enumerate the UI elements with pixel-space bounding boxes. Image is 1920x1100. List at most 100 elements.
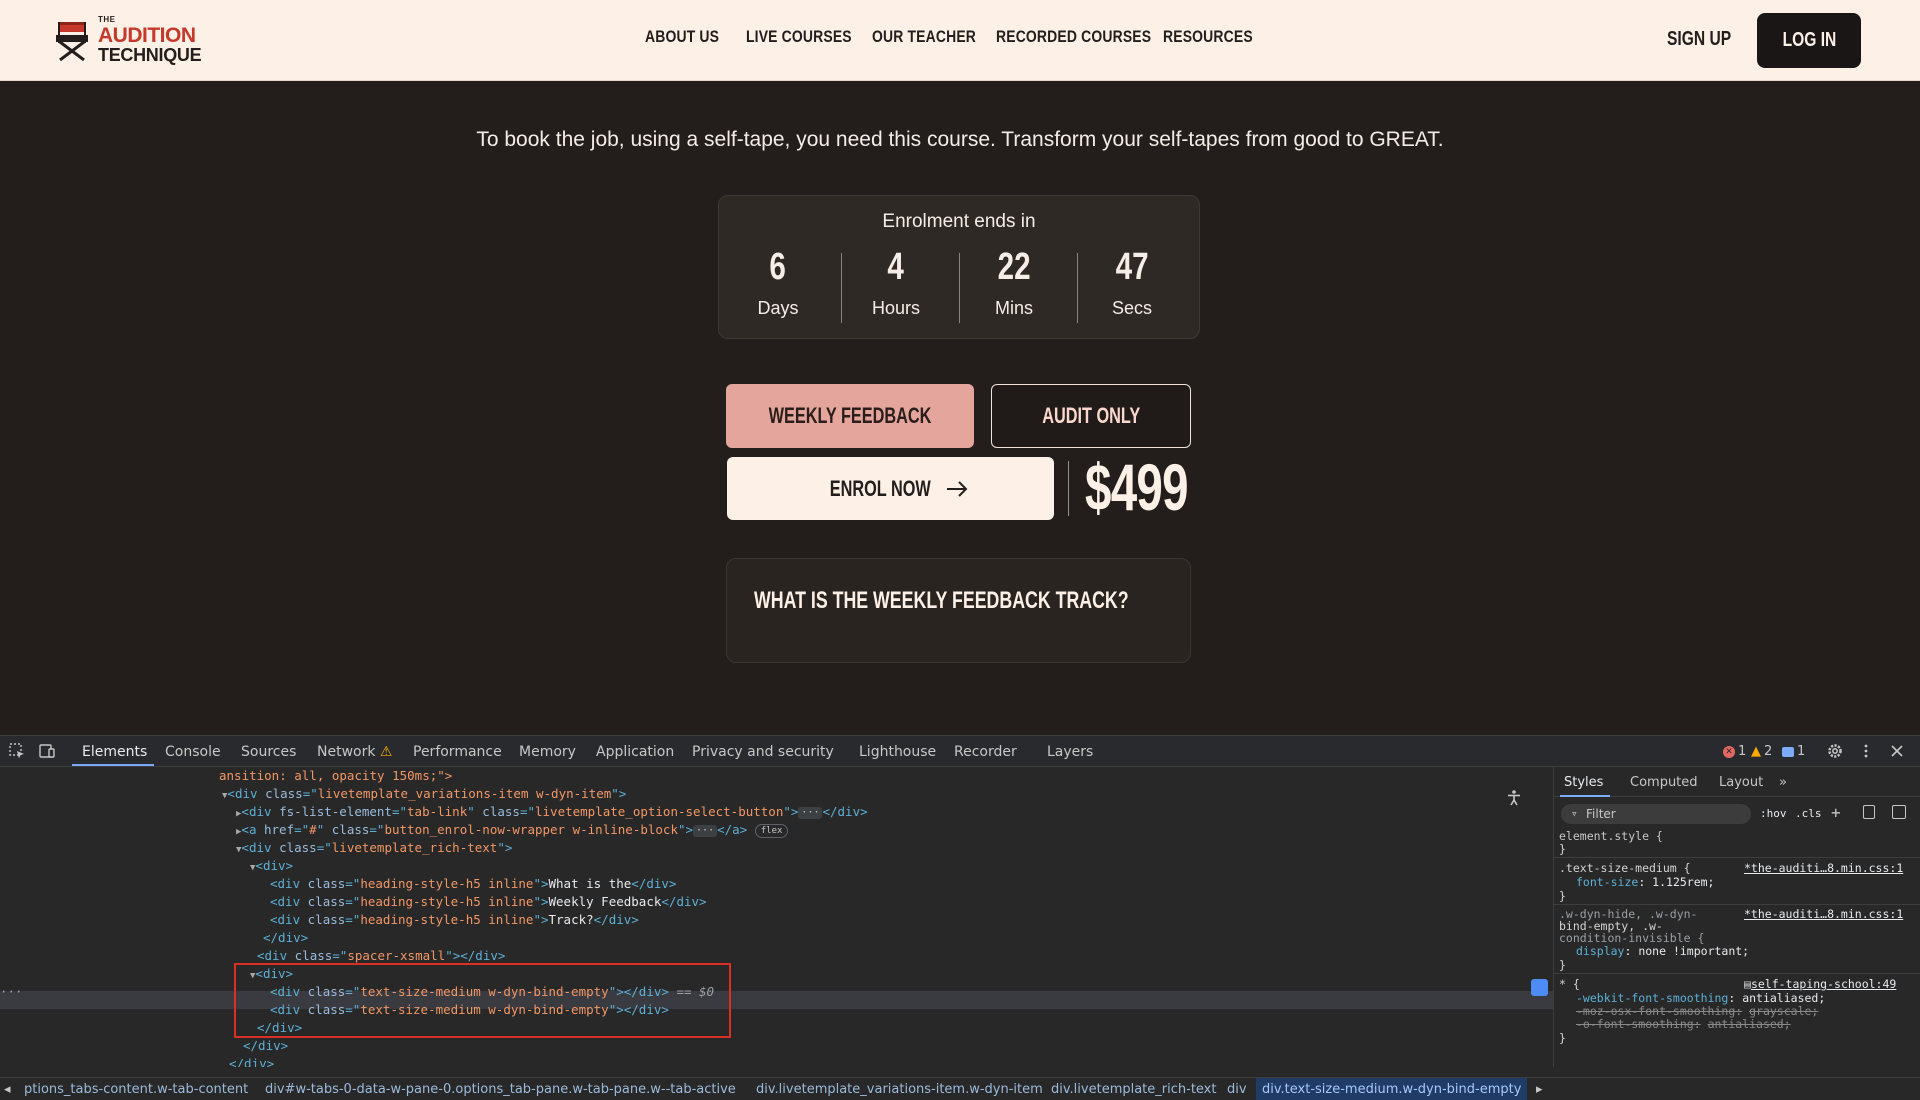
dom-tree[interactable]: ansition: all, opacity 150ms;"> ▼<div cl… [0,767,1553,1067]
tab-performance[interactable]: Performance [413,744,502,760]
tab-recorder[interactable]: Recorder [954,744,1017,760]
breadcrumb-item[interactable]: div#w-tabs-0-data-w-pane-0.options_tab-p… [265,1082,736,1097]
tab-sources[interactable]: Sources [241,744,296,760]
styles-pane: Styles Computed Layout » ▿ Filter :hov .… [1553,767,1920,1067]
nav-live-courses[interactable]: LIVE COURSES [746,27,852,47]
tab-computed[interactable]: Computed [1630,775,1698,790]
tab-layout[interactable]: Layout [1719,775,1763,790]
css-property: -webkit-font-smoothing [1576,991,1729,1005]
dom-line[interactable]: </div> [263,929,308,947]
logo-the: THE [98,15,116,24]
accessibility-icon[interactable] [1505,789,1523,807]
rule-text-size-medium-selector[interactable]: .text-size-medium { [1559,861,1691,875]
dom-line[interactable]: ▼<div class="livetemplate_variations-ite… [222,785,626,803]
error-count[interactable]: ✕ 1 [1723,744,1746,759]
css-value: 1.125rem; [1652,875,1715,889]
course-tagline: To book the job, using a self-tape, you … [476,128,1444,151]
ai-assistance-icon[interactable] [1531,979,1548,996]
css-value: none !important; [1638,944,1750,958]
countdown-hours-value: 4 [887,246,905,288]
enrol-now-button[interactable]: ENROL NOW [727,457,1054,520]
device-toolbar-icon[interactable] [38,742,56,760]
rule-separator [1554,904,1920,905]
close-icon[interactable] [1888,742,1906,760]
countdown-mins-value: 22 [997,246,1031,288]
settings-gear-icon[interactable] [1826,742,1844,760]
dom-line[interactable]: ansition: all, opacity 150ms;"> [219,767,452,785]
style-declaration[interactable]: font-size: 1.125rem; [1576,875,1714,889]
paint-format-icon[interactable] [1863,805,1875,819]
style-declaration-invalid[interactable]: -moz-osx-font-smoothing: grayscale; [1576,1004,1818,1018]
breadcrumb-item[interactable]: div.livetemplate_rich-text [1051,1082,1216,1097]
nav-our-teacher[interactable]: OUR TEACHER [872,27,976,47]
tab-elements[interactable]: Elements [82,744,147,760]
style-declaration[interactable]: display: none !important; [1576,944,1749,958]
tab-network-label: Network [317,744,376,760]
element-style-selector: element.style { [1559,829,1663,843]
site-logo[interactable]: THE AUDITION TECHNIQUE [54,15,202,64]
tab-styles[interactable]: Styles [1564,775,1603,790]
nav-resources[interactable]: RESOURCES [1163,27,1253,47]
tab-privacy-security[interactable]: Privacy and security [692,744,834,760]
dom-line[interactable]: ▶<div fs-list-element="tab-link" class="… [236,803,868,821]
tab-memory[interactable]: Memory [519,744,576,760]
dom-text: Weekly Feedback [548,894,662,909]
countdown-days: 6 Days [719,246,837,326]
dom-line[interactable]: <div class="heading-style-h5 inline">Wee… [270,893,707,911]
warning-count[interactable]: ▲ 2 [1751,744,1772,759]
dom-line[interactable]: ▼<div class="livetemplate_rich-text"> [236,839,512,857]
collapsed-chip[interactable]: ··· [798,806,823,819]
more-tabs-chevron-icon[interactable]: » [1779,775,1787,790]
countdown-hours-label: Hours [871,298,920,318]
hover-state-toggle[interactable]: :hov [1760,807,1787,820]
breadcrumb-scroll-right-icon[interactable]: ▸ [1536,1082,1543,1097]
signup-link[interactable]: SIGN UP [1667,28,1731,51]
dom-line[interactable]: ▼<div> [250,857,293,875]
weekly-feedback-faq-card[interactable]: WHAT IS THE WEEKLY FEEDBACK TRACK? [726,558,1191,663]
breadcrumb-item[interactable]: ptions_tabs-content.w-tab-content [24,1082,248,1097]
add-rule-icon[interactable]: + [1831,803,1841,822]
rule-close: } [1559,958,1566,972]
tab-console[interactable]: Console [165,744,221,760]
option-weekly-feedback-button[interactable]: WEEKLY FEEDBACK [726,384,974,448]
element-style-rule[interactable]: element.style { [1559,829,1663,843]
info-count[interactable]: 1 [1782,744,1805,759]
dom-line[interactable]: <div class="heading-style-h5 inline">Tra… [270,911,639,929]
rule-source-link[interactable]: *the-auditi…8.min.css:1 [1744,907,1903,921]
rule-dyn-selector-c[interactable]: condition-invisible { [1559,931,1704,945]
dom-line[interactable]: </div> [243,1037,288,1055]
tab-network[interactable]: Network ⚠ [317,744,392,760]
nav-recorded-courses[interactable]: RECORDED COURSES [996,27,1151,47]
warning-count-value: 2 [1764,744,1773,759]
collapsed-chip[interactable]: ··· [693,824,718,837]
site-header: THE AUDITION TECHNIQUE ABOUT US LIVE COU… [0,0,1920,81]
style-declaration-invalid[interactable]: -o-font-smoothing: antialiased; [1576,1017,1791,1031]
course-price: $499 [1085,450,1189,524]
breadcrumb-item[interactable]: div.livetemplate_variations-item.w-dyn-i… [756,1082,1043,1097]
tab-layers[interactable]: Layers [1047,744,1093,760]
breadcrumb-item-active[interactable]: div.text-size-medium.w-dyn-bind-empty [1256,1078,1528,1100]
inspect-element-icon[interactable] [8,742,26,760]
rule-source-link[interactable]: *the-auditi…8.min.css:1 [1744,861,1903,875]
login-button[interactable]: LOG IN [1757,13,1861,68]
tab-application[interactable]: Application [596,744,674,760]
class-toggle[interactable]: .cls [1795,807,1822,820]
login-label: LOG IN [1782,29,1836,51]
nav-about-us[interactable]: ABOUT US [645,27,719,47]
countdown-days-value: 6 [769,246,787,288]
logo-audition: AUDITION [98,24,196,47]
dom-line[interactable]: ▶<a href="#" class="button_enrol-now-wra… [236,821,789,839]
rule-universal-selector[interactable]: * { [1559,977,1580,991]
countdown-mins: 22 Mins [955,246,1073,326]
sidebar-toggle-icon[interactable] [1892,805,1906,819]
more-options-icon[interactable] [1857,742,1875,760]
dom-line[interactable]: <div class="heading-style-h5 inline">Wha… [270,875,676,893]
rule-source-link[interactable]: ▤self-taping-school:49 [1744,977,1896,991]
breadcrumb-scroll-left-icon[interactable]: ◂ [4,1082,11,1097]
breadcrumb-item[interactable]: div [1227,1082,1247,1097]
option-audit-only-button[interactable]: AUDIT ONLY [991,384,1191,448]
style-declaration[interactable]: -webkit-font-smoothing: antialiased; [1576,991,1825,1005]
tab-lighthouse[interactable]: Lighthouse [859,744,936,760]
flex-badge[interactable]: flex [754,823,789,838]
dom-line[interactable]: </div> [229,1055,274,1067]
